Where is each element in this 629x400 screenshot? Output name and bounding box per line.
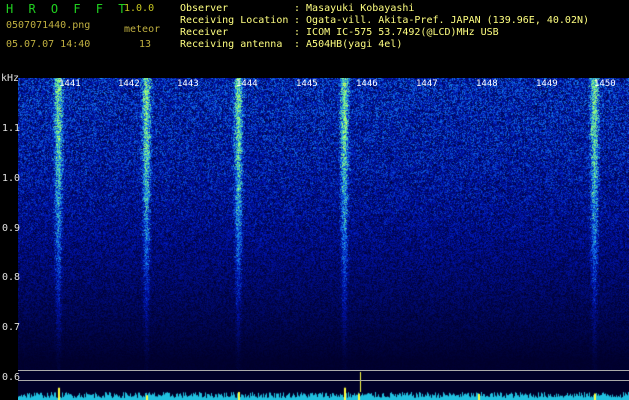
minute-label: 1444: [236, 79, 258, 89]
hroft-window: H R O F F T 1.0.0 0507071440.png meteor …: [0, 0, 629, 400]
axis-unit: kHz: [1, 73, 20, 84]
antenna-value: : A504HB(yagi 4el): [294, 39, 403, 50]
meteor-count: 13: [139, 39, 152, 50]
minute-label: 1449: [536, 79, 558, 89]
meteor-label: meteor: [124, 24, 161, 35]
minute-label: 1450: [594, 79, 616, 89]
ytick-1-1: 1.1: [2, 123, 21, 134]
observer-value: : Masayuki Kobayashi: [294, 3, 415, 14]
spectrogram: [18, 78, 629, 400]
reference-line-lower: [18, 380, 629, 381]
minute-label: 1442: [118, 79, 140, 89]
version-label: 1.0.0: [124, 3, 155, 14]
ytick-0-8: 0.8: [2, 272, 21, 283]
observer-label: Observer: [180, 3, 229, 14]
ytick-0-9: 0.9: [2, 223, 21, 234]
minute-label: 1445: [296, 79, 318, 89]
minute-label: 1441: [59, 79, 81, 89]
location-value: : Ogata-vill. Akita-Pref. JAPAN (139.96E…: [294, 15, 590, 26]
ytick-0-6: 0.6: [2, 372, 21, 383]
ytick-1-0: 1.0: [2, 173, 21, 184]
receiver-label: Receiver: [180, 27, 229, 38]
location-label: Receiving Location: [180, 15, 289, 26]
datetime-label: 05.07.07 14:40: [6, 39, 91, 50]
app-title: H R O F F T: [6, 2, 130, 16]
minute-label: 1448: [476, 79, 498, 89]
minute-label: 1447: [416, 79, 438, 89]
ytick-0-7: 0.7: [2, 322, 21, 333]
minute-label: 1443: [177, 79, 199, 89]
receiver-value: : ICOM IC-575 53.7492(@LCD)MHz USB: [294, 27, 499, 38]
filename-label: 0507071440.png: [6, 20, 91, 31]
antenna-label: Receiving antenna: [180, 39, 283, 50]
reference-line-upper: [18, 370, 629, 371]
minute-label: 1446: [356, 79, 378, 89]
